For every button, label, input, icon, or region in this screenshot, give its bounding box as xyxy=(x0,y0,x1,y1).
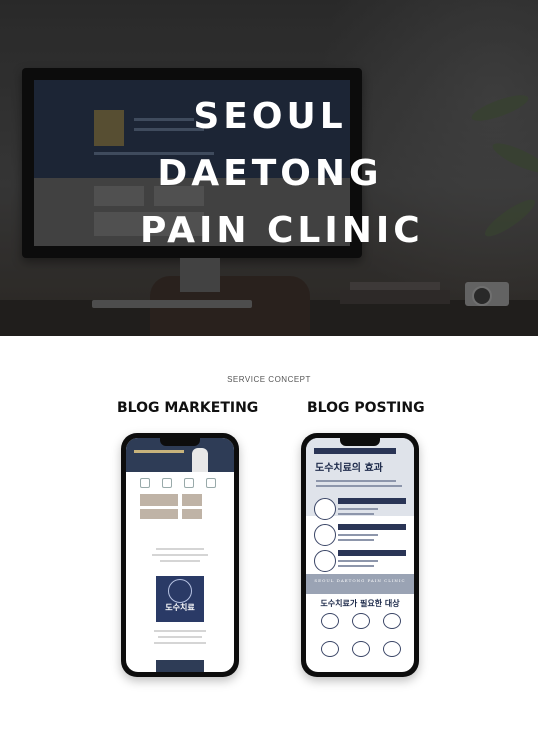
phone-screen: 도수치료 xyxy=(126,438,234,672)
body-icon xyxy=(352,641,370,657)
phone-screen: 도수치료의 효과 SEOUL DAETONG PAIN CLINIC 도수치료가… xyxy=(306,438,414,672)
post-text-line xyxy=(152,554,208,556)
column-title-blog-marketing: BLOG MARKETING xyxy=(117,400,259,416)
effect-title-bar xyxy=(338,524,406,530)
target-cell xyxy=(345,613,375,639)
post-text-line xyxy=(156,548,204,550)
blog-header-text xyxy=(134,450,184,453)
hero-title: SEOUL DAETONG PAIN CLINIC xyxy=(140,88,424,259)
effect-icon xyxy=(314,524,336,546)
target-cell xyxy=(345,641,375,667)
target-cell xyxy=(314,641,344,667)
body-icon xyxy=(383,613,401,629)
hero-banner: SEOUL DAETONG PAIN CLINIC xyxy=(0,0,538,336)
effect-icon xyxy=(314,498,336,520)
post-text-line xyxy=(160,560,200,562)
post-subheadline: 도수치료가 필요한 대상 xyxy=(320,599,400,608)
post-text-line xyxy=(154,630,206,632)
effect-desc-line xyxy=(338,560,378,562)
body-icon xyxy=(321,613,339,629)
nav-icon xyxy=(162,478,172,488)
phone-notch xyxy=(340,438,380,446)
clinic-band-text: SEOUL DAETONG PAIN CLINIC xyxy=(314,578,406,583)
nav-icon xyxy=(184,478,194,488)
post-headline: 도수치료의 효과 xyxy=(315,463,383,474)
poster-text: 도수치료 xyxy=(165,603,195,612)
hero-title-line: SEOUL xyxy=(193,96,347,137)
target-cell xyxy=(314,613,344,639)
effect-desc-line xyxy=(338,513,374,515)
clinic-band xyxy=(306,574,414,594)
phone-mockup-blog-posting: 도수치료의 효과 SEOUL DAETONG PAIN CLINIC 도수치료가… xyxy=(301,433,419,677)
poster-ring xyxy=(168,579,192,603)
target-cell xyxy=(376,641,406,667)
post-text-line xyxy=(158,636,202,638)
body-icon xyxy=(383,641,401,657)
effect-icon xyxy=(314,550,336,572)
effect-desc-line xyxy=(338,565,374,567)
post-desc-line xyxy=(316,480,396,482)
section-label: SERVICE CONCEPT xyxy=(227,375,311,384)
target-grid xyxy=(312,613,408,668)
effect-item xyxy=(314,498,406,520)
effect-title-bar xyxy=(338,550,406,556)
body-icon xyxy=(352,613,370,629)
target-cell xyxy=(376,613,406,639)
effect-desc-line xyxy=(338,508,378,510)
post-thumbnail xyxy=(182,494,202,506)
phone-notch xyxy=(160,438,200,446)
doctor-photo xyxy=(192,448,208,472)
post-thumbnail xyxy=(140,509,178,519)
nav-icon xyxy=(140,478,150,488)
hero-title-line: DAETONG xyxy=(157,153,383,194)
effect-desc-line xyxy=(338,539,374,541)
phone-mockup-blog-marketing: 도수치료 xyxy=(121,433,239,677)
body-icon xyxy=(321,641,339,657)
post-footer-image xyxy=(156,660,204,672)
post-text-line xyxy=(154,642,206,644)
post-thumbnail xyxy=(140,494,178,506)
effect-item xyxy=(314,524,406,546)
effect-title-bar xyxy=(338,498,406,504)
post-tag-bar xyxy=(314,448,396,454)
column-title-blog-posting: BLOG POSTING xyxy=(307,400,425,416)
effect-item xyxy=(314,550,406,572)
hero-title-line: PAIN CLINIC xyxy=(140,210,424,251)
nav-icon xyxy=(206,478,216,488)
post-thumbnail xyxy=(182,509,202,519)
post-desc-line xyxy=(316,485,402,487)
effect-desc-line xyxy=(338,534,378,536)
